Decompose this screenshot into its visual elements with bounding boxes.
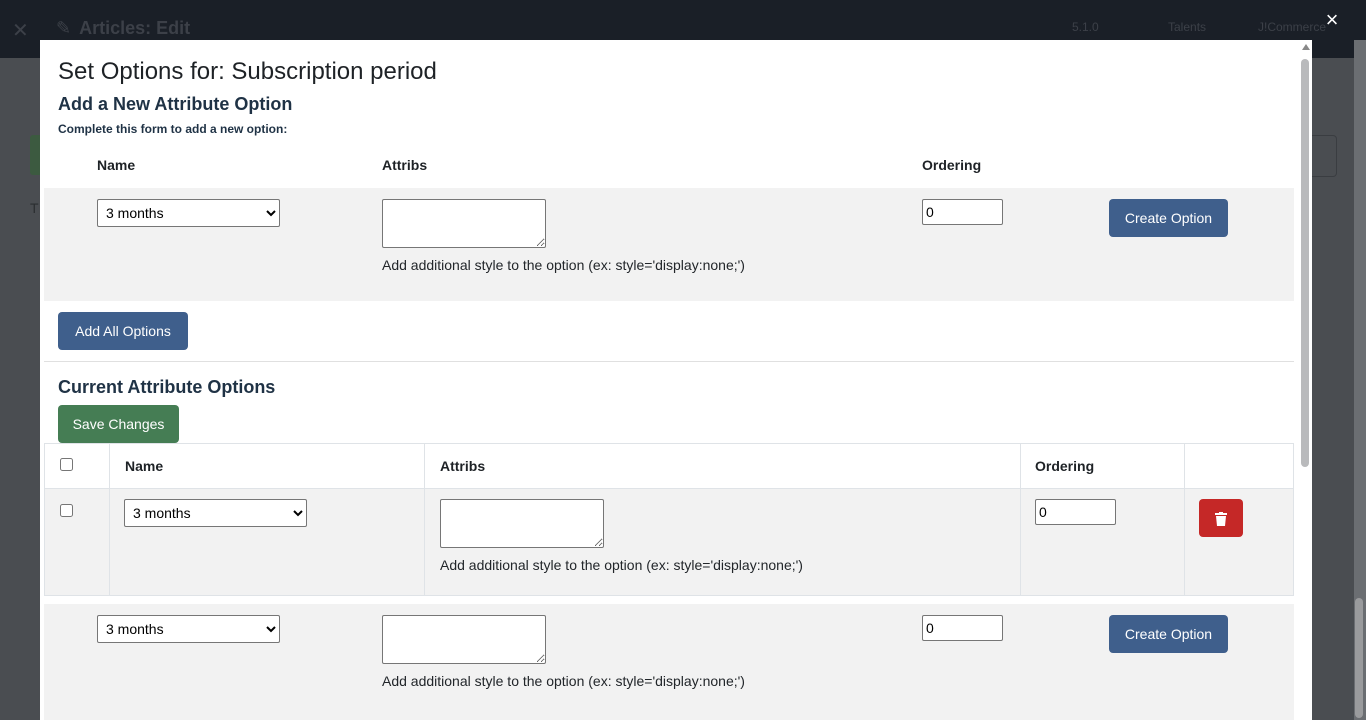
section-divider (44, 361, 1294, 362)
version-label: 5.1.0 (1072, 20, 1099, 34)
page-scrollbar-thumb[interactable] (1355, 598, 1363, 718)
table-col-divider (1184, 444, 1185, 595)
new-col-ordering: Ordering (922, 157, 982, 173)
select-all-checkbox[interactable] (60, 458, 73, 471)
row-attribs-textarea[interactable] (440, 499, 604, 548)
row-ordering-input[interactable] (1035, 499, 1116, 525)
bottom-create-option-button[interactable]: Create Option (1109, 615, 1228, 653)
new-option-attribs-textarea[interactable] (382, 199, 546, 248)
new-col-attribs: Attribs (382, 157, 428, 173)
current-options-table: Name Attribs Ordering 3 months Add addit… (44, 443, 1294, 596)
table-row: 3 months Add additional style to the opt… (45, 489, 1293, 595)
current-options-heading: Current Attribute Options (58, 377, 276, 397)
table-col-name: Name (125, 458, 164, 474)
header-link-jcommerce: J!Commerce (1258, 20, 1327, 34)
delete-option-button[interactable] (1199, 499, 1243, 537)
joomla-logo-icon: ✕ (12, 20, 29, 42)
new-option-ordering-input[interactable] (922, 199, 1003, 225)
table-col-divider (1020, 444, 1021, 595)
table-col-divider (109, 444, 110, 595)
new-option-attribs-hint: Add additional style to the option (ex: … (382, 257, 745, 273)
create-option-button[interactable]: Create Option (1109, 199, 1228, 237)
background-text: T (30, 200, 39, 216)
add-all-options-button[interactable]: Add All Options (58, 312, 188, 350)
modal-title: Set Options for: Subscription period (58, 58, 437, 85)
bottom-option-ordering-input[interactable] (922, 615, 1003, 641)
new-option-heading: Add a New Attribute Option (58, 94, 293, 114)
page-title: ✎ Articles: Edit (56, 18, 191, 38)
table-col-ordering: Ordering (1035, 458, 1095, 474)
row-attribs-hint: Add additional style to the option (ex: … (440, 557, 803, 573)
bottom-option-attribs-textarea[interactable] (382, 615, 546, 664)
scroll-up-arrow-icon[interactable] (1302, 44, 1310, 50)
options-modal: Set Options for: Subscription period Add… (40, 40, 1312, 720)
trash-icon (1215, 512, 1227, 527)
row-name-select[interactable]: 3 months (124, 499, 307, 527)
table-col-divider (424, 444, 425, 595)
new-option-name-select[interactable]: 3 months (97, 199, 280, 227)
new-col-name: Name (97, 157, 136, 173)
header-link-talents: Talents (1168, 20, 1207, 34)
new-option-subtext: Complete this form to add a new option: (58, 122, 288, 136)
table-col-attribs: Attribs (440, 458, 486, 474)
table-header: Name Attribs Ordering (45, 444, 1293, 489)
bottom-option-name-select[interactable]: 3 months (97, 615, 280, 643)
bottom-option-attribs-hint: Add additional style to the option (ex: … (382, 673, 745, 689)
row-select-checkbox[interactable] (60, 504, 73, 517)
close-icon[interactable]: × (1320, 8, 1344, 32)
save-changes-button[interactable]: Save Changes (58, 405, 179, 443)
scrollbar-thumb[interactable] (1301, 59, 1309, 467)
pencil-icon: ✎ (56, 18, 72, 38)
